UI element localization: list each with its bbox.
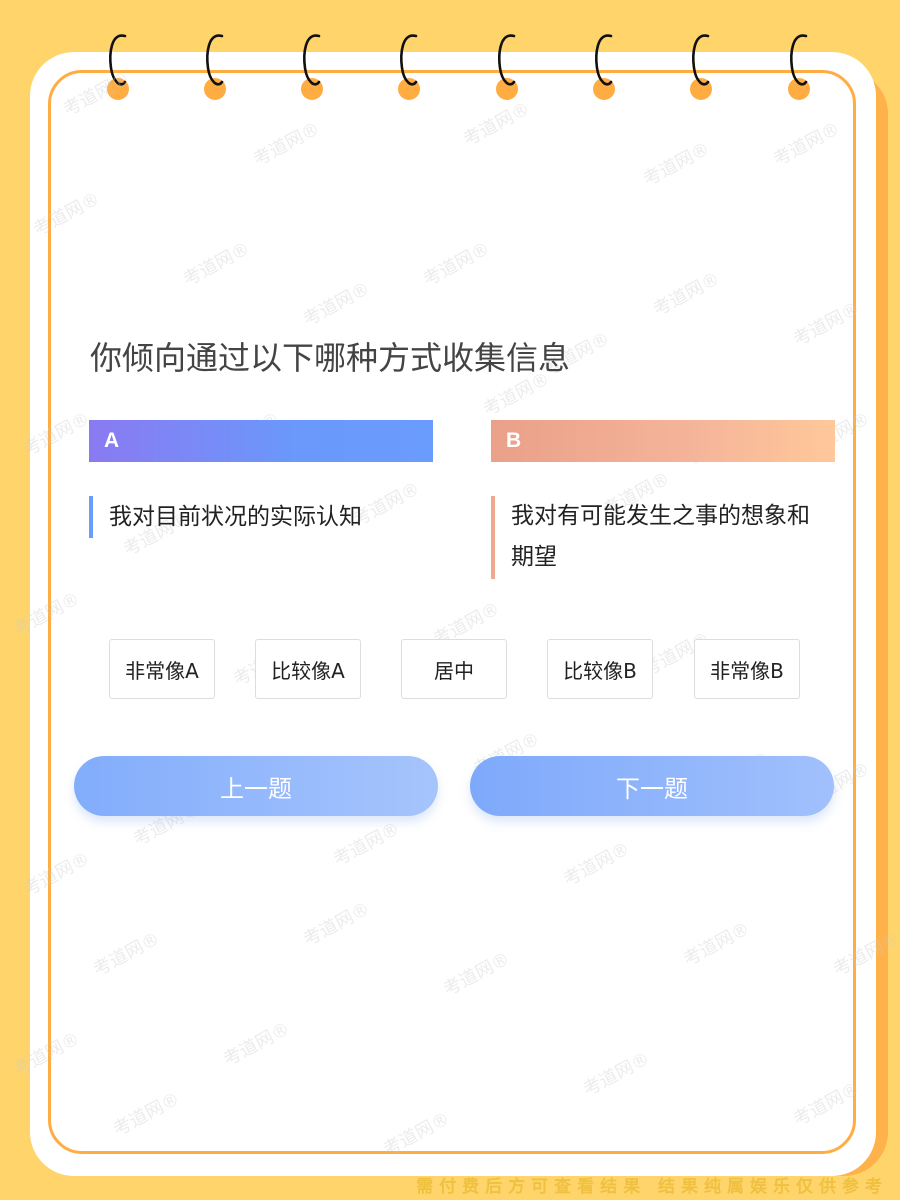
spiral-ring-icon (593, 30, 617, 104)
previous-question-button[interactable]: 上一题 (74, 756, 438, 816)
spiral-ring-icon (301, 30, 325, 104)
scale-somewhat-like-a-button[interactable]: 比较像A (255, 639, 361, 699)
next-question-button[interactable]: 下一题 (470, 756, 834, 816)
footer-note: 需付费后方可查看结果 结果纯属娱乐仅供参考 (416, 1177, 888, 1197)
question-title: 你倾向通过以下哪种方式收集信息 (90, 339, 571, 377)
scale-very-like-a-button[interactable]: 非常像A (109, 639, 215, 699)
spiral-ring-icon (788, 30, 812, 104)
option-a-header: A (89, 420, 433, 462)
spiral-ring-icon (398, 30, 422, 104)
scale-somewhat-like-b-button[interactable]: 比较像B (547, 639, 653, 699)
option-b-text: 我对有可能发生之事的想象和期望 (491, 496, 821, 579)
spiral-ring-icon (496, 30, 520, 104)
option-b-header: B (491, 420, 835, 462)
notebook-border (48, 70, 856, 1154)
spiral-ring-icon (690, 30, 714, 104)
spiral-ring-icon (204, 30, 228, 104)
scale-very-like-b-button[interactable]: 非常像B (694, 639, 800, 699)
scale-neutral-button[interactable]: 居中 (401, 639, 507, 699)
option-a-text: 我对目前状况的实际认知 (89, 496, 409, 538)
spiral-ring-icon (107, 30, 131, 104)
